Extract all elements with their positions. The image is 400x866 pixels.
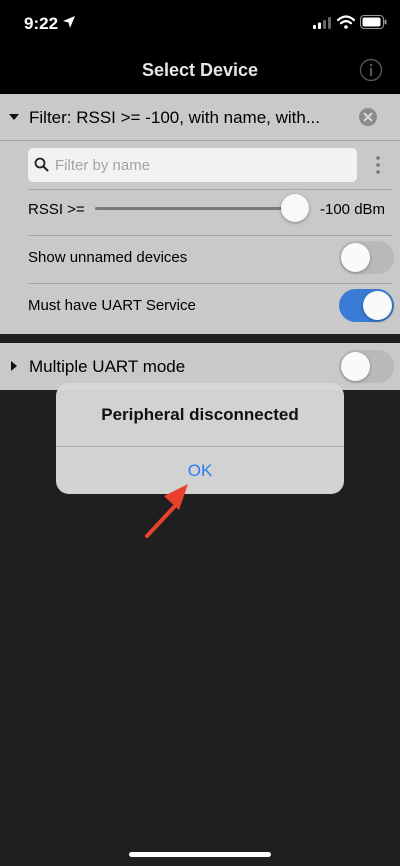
multiple-uart-toggle[interactable]: [339, 350, 394, 383]
page-title: Select Device: [141, 60, 259, 80]
alert-dialog: Peripheral disconnected OK: [56, 383, 344, 494]
status-bar: 9:22: [0, 0, 400, 46]
divider: [28, 189, 392, 190]
filter-summary: Filter: RSSI >= -100, with name, with...: [29, 108, 321, 127]
disclosure-down-icon[interactable]: [9, 114, 19, 120]
filter-header[interactable]: Filter: RSSI >= -100, with name, with...: [0, 94, 400, 141]
more-options-icon[interactable]: [372, 155, 384, 175]
clear-filter-icon[interactable]: [358, 107, 378, 127]
battery-icon: [360, 15, 387, 29]
search-placeholder: Filter by name: [55, 157, 151, 174]
rssi-label: RSSI >=: [28, 201, 85, 218]
must-have-uart-label: Must have UART Service: [28, 297, 196, 314]
location-arrow-icon: [63, 16, 75, 28]
search-icon: [34, 157, 49, 172]
rssi-slider-track[interactable]: [95, 207, 294, 210]
navigation-bar: Select Device: [0, 46, 400, 94]
info-icon[interactable]: [359, 58, 383, 82]
rssi-slider-thumb[interactable]: [281, 194, 309, 222]
filter-panel: Filter: RSSI >= -100, with name, with...…: [0, 94, 400, 334]
search-input[interactable]: Filter by name: [28, 148, 357, 182]
toggle-knob: [341, 243, 370, 272]
status-time: 9:22: [24, 14, 59, 33]
home-indicator: [129, 852, 271, 857]
show-unnamed-label: Show unnamed devices: [28, 249, 188, 266]
multiple-uart-label: Multiple UART mode: [29, 357, 186, 376]
must-have-uart-toggle[interactable]: [339, 289, 394, 322]
ok-button[interactable]: OK: [56, 447, 344, 494]
divider: [28, 235, 392, 236]
toggle-knob: [341, 352, 370, 381]
annotation-arrow-icon: [145, 484, 188, 538]
cellular-signal-icon: [313, 17, 331, 29]
divider: [28, 283, 392, 284]
disclosure-right-icon[interactable]: [11, 361, 17, 371]
show-unnamed-toggle[interactable]: [339, 241, 394, 274]
wifi-icon: [337, 15, 355, 29]
toggle-knob: [363, 291, 392, 320]
alert-message: Peripheral disconnected: [101, 405, 299, 424]
rssi-value: -100 dBm: [320, 201, 386, 218]
